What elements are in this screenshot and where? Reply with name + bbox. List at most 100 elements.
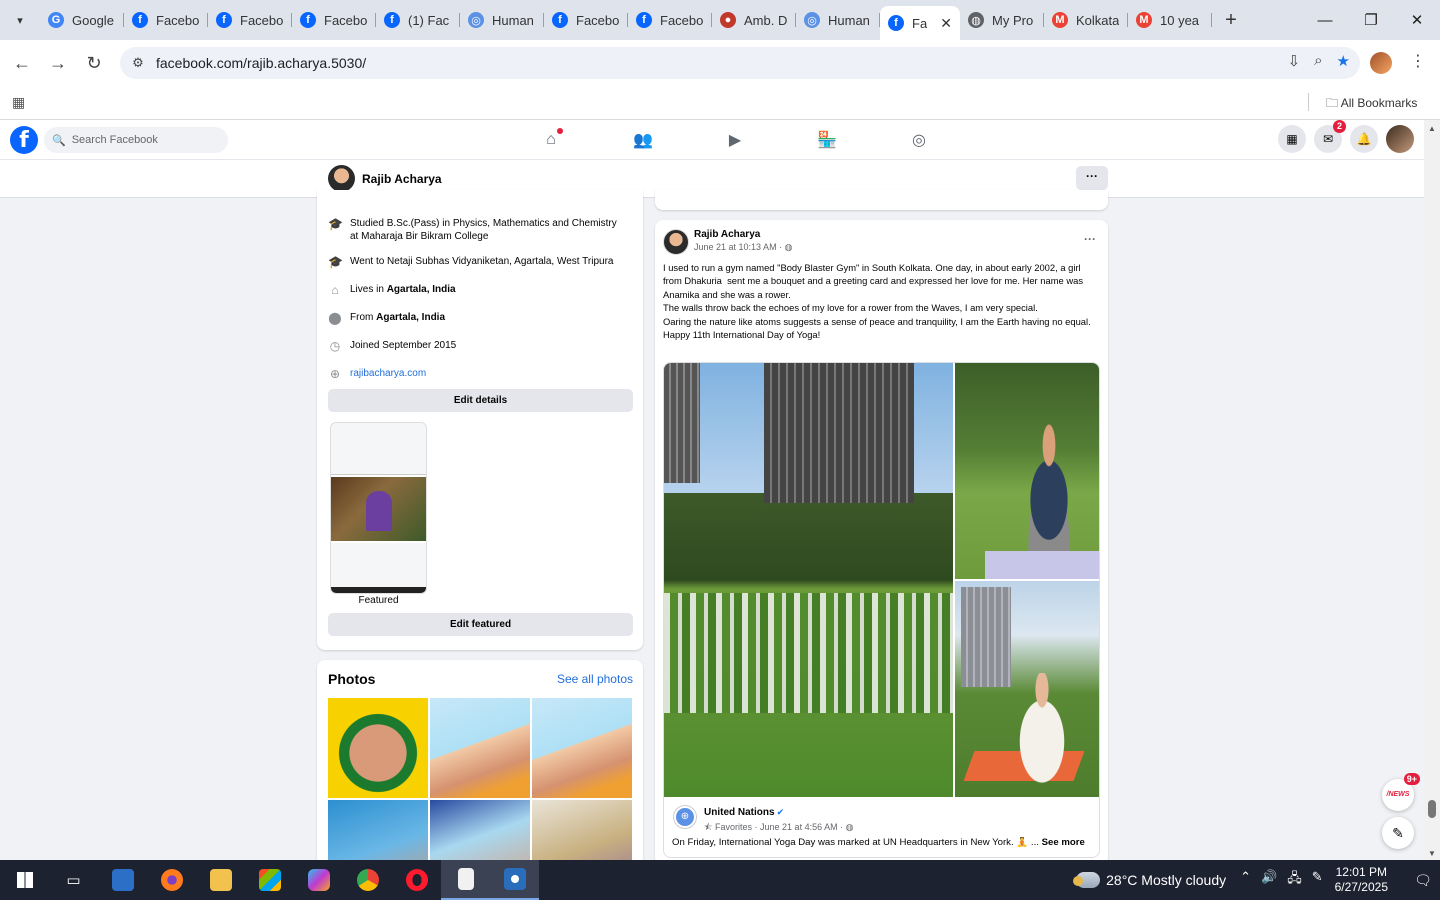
- notepad-icon[interactable]: [441, 860, 490, 900]
- account-avatar[interactable]: [1386, 125, 1414, 153]
- windows-start-icon[interactable]: [0, 860, 49, 900]
- browser-tab[interactable]: f Facebo: [628, 4, 712, 36]
- chrome-profile-avatar[interactable]: [1370, 52, 1392, 74]
- task-view-icon[interactable]: ▭: [49, 860, 98, 900]
- profile-name[interactable]: Rajib Acharya: [362, 172, 442, 186]
- back-button[interactable]: ←: [4, 53, 40, 74]
- photo-thumbnail[interactable]: [532, 698, 632, 798]
- friends-nav-icon[interactable]: 👥: [597, 120, 689, 160]
- scrollbar-thumb[interactable]: [1428, 800, 1436, 818]
- weather-widget[interactable]: 28°C Mostly cloudy: [1073, 872, 1226, 888]
- network-icon[interactable]: 🖧: [1287, 869, 1302, 891]
- profile-more-button[interactable]: ···: [1076, 166, 1108, 190]
- meditation-photo[interactable]: [955, 363, 1099, 579]
- browser-tab[interactable]: f Fa ✕: [880, 6, 960, 40]
- scroll-up-arrow-icon[interactable]: ▲: [1428, 124, 1436, 133]
- browser-tab[interactable]: f (1) Fac: [376, 4, 460, 36]
- windows-taskbar: ▭ 28°C Mostly cloudy ⌃ 🔊 🖧 ✎ 12:01 PM 6/…: [0, 860, 1440, 900]
- browser-tab[interactable]: ◎ Human: [460, 4, 544, 36]
- chrome-menu-icon[interactable]: ⋮: [1410, 51, 1426, 71]
- browser-tab[interactable]: ● Amb. D: [712, 4, 796, 36]
- audience-globe-icon[interactable]: ◍: [785, 242, 793, 252]
- see-all-photos-link[interactable]: See all photos: [557, 672, 633, 686]
- reload-button[interactable]: ↻: [76, 53, 112, 74]
- bookmark-star-icon[interactable]: ★: [1337, 52, 1350, 70]
- featured-item[interactable]: [330, 422, 427, 594]
- minimize-icon[interactable]: —: [1302, 0, 1348, 40]
- zoom-icon[interactable]: ⌕: [1314, 52, 1322, 70]
- website-link[interactable]: rajibacharya.com: [350, 367, 426, 380]
- messenger-badge: 2: [1332, 120, 1346, 133]
- url-text[interactable]: facebook.com/rajib.acharya.5030/: [156, 55, 366, 71]
- file-explorer-icon[interactable]: [196, 860, 245, 900]
- facebook-icon: f: [888, 15, 904, 31]
- browser-tab[interactable]: ◍ My Pro: [960, 4, 1044, 36]
- new-message-button[interactable]: ✎: [1382, 817, 1414, 849]
- post-author-name[interactable]: Rajib Acharya: [694, 229, 760, 240]
- photo-thumbnail[interactable]: [430, 698, 530, 798]
- browser-tab[interactable]: G Google: [40, 4, 124, 36]
- yoga-crowd-photo[interactable]: [664, 363, 953, 797]
- taskbar-app-icon[interactable]: [490, 860, 539, 900]
- address-bar[interactable]: ⚙ facebook.com/rajib.acharya.5030/: [120, 47, 1360, 79]
- shared-page-name[interactable]: United Nations ✔: [704, 807, 784, 818]
- featured-label: Featured: [358, 595, 399, 606]
- browser-tab[interactable]: M 10 yea: [1128, 4, 1212, 36]
- groups-nav-icon[interactable]: ◎: [873, 120, 965, 160]
- news-button[interactable]: /NEWS 9+: [1382, 773, 1420, 811]
- chevron-up-icon[interactable]: ⌃: [1240, 869, 1251, 891]
- firefox-icon[interactable]: [147, 860, 196, 900]
- edit-details-button[interactable]: Edit details: [328, 389, 633, 412]
- opera-icon[interactable]: [392, 860, 441, 900]
- messenger-icon[interactable]: ✉ 2: [1314, 120, 1346, 153]
- person: [1005, 673, 1079, 791]
- volume-icon[interactable]: 🔊: [1261, 869, 1277, 891]
- pen-icon[interactable]: ✎: [1312, 869, 1323, 891]
- home-nav-icon[interactable]: ⌂: [505, 120, 597, 160]
- close-tab-icon[interactable]: ✕: [940, 15, 952, 32]
- post-more-button[interactable]: ···: [1084, 232, 1096, 246]
- browser-tab[interactable]: f Facebo: [124, 4, 208, 36]
- browser-tab[interactable]: f Facebo: [292, 4, 376, 36]
- un-logo-icon[interactable]: ⊕: [674, 806, 696, 828]
- chrome-icon[interactable]: [343, 860, 392, 900]
- profile-avatar[interactable]: [328, 165, 355, 192]
- shared-post[interactable]: ⊕ United Nations ✔ ⯪ Favorites · June 21 …: [663, 362, 1100, 858]
- yoga-photo[interactable]: [955, 581, 1099, 797]
- maximize-icon[interactable]: ❐: [1348, 0, 1394, 40]
- system-clock[interactable]: 12:01 PM 6/27/2025: [1335, 865, 1388, 895]
- close-window-icon[interactable]: ✕: [1394, 0, 1440, 40]
- intro-item-joined: ◷ Joined September 2015: [329, 339, 457, 353]
- copilot-icon[interactable]: [294, 860, 343, 900]
- forward-button[interactable]: →: [40, 53, 76, 74]
- browser-tab[interactable]: f Facebo: [544, 4, 628, 36]
- all-bookmarks-button[interactable]: 🗀 All Bookmarks: [1326, 94, 1417, 115]
- intro-item-website: ⊕ rajibacharya.com: [328, 367, 624, 381]
- video-nav-icon[interactable]: ▶: [689, 120, 781, 160]
- google-icon: G: [48, 12, 64, 28]
- marketplace-nav-icon[interactable]: 🏪: [781, 120, 873, 160]
- site-info-icon[interactable]: ⚙: [120, 55, 156, 71]
- browser-tab[interactable]: M Kolkata: [1044, 4, 1128, 36]
- browser-tab[interactable]: f Facebo: [208, 4, 292, 36]
- tab-search-button[interactable]: ▾: [6, 6, 34, 34]
- post-author-avatar[interactable]: [663, 229, 689, 255]
- notification-center-icon[interactable]: 🗨: [1406, 872, 1440, 889]
- browser-tab[interactable]: ◎ Human: [796, 4, 880, 36]
- menu-grid-icon[interactable]: ▦: [1278, 125, 1306, 153]
- apps-grid-icon[interactable]: ▦: [12, 94, 25, 111]
- facebook-logo[interactable]: f: [10, 126, 38, 154]
- scroll-down-arrow-icon[interactable]: ▼: [1428, 849, 1436, 858]
- store-icon[interactable]: [245, 860, 294, 900]
- tab-title: Facebo: [324, 12, 368, 28]
- page-scrollbar[interactable]: ▲ ▼: [1424, 120, 1440, 860]
- facebook-search-input[interactable]: 🔍 Search Facebook: [44, 127, 228, 153]
- edit-featured-button[interactable]: Edit featured: [328, 613, 633, 636]
- app-icon[interactable]: [98, 860, 147, 900]
- photos-title[interactable]: Photos: [328, 671, 375, 687]
- see-more-link[interactable]: See more: [1042, 837, 1085, 848]
- photo-thumbnail[interactable]: [328, 698, 428, 798]
- notifications-bell-icon[interactable]: 🔔: [1350, 125, 1378, 153]
- install-app-icon[interactable]: ⇩: [1288, 52, 1301, 70]
- new-tab-button[interactable]: +: [1216, 9, 1246, 32]
